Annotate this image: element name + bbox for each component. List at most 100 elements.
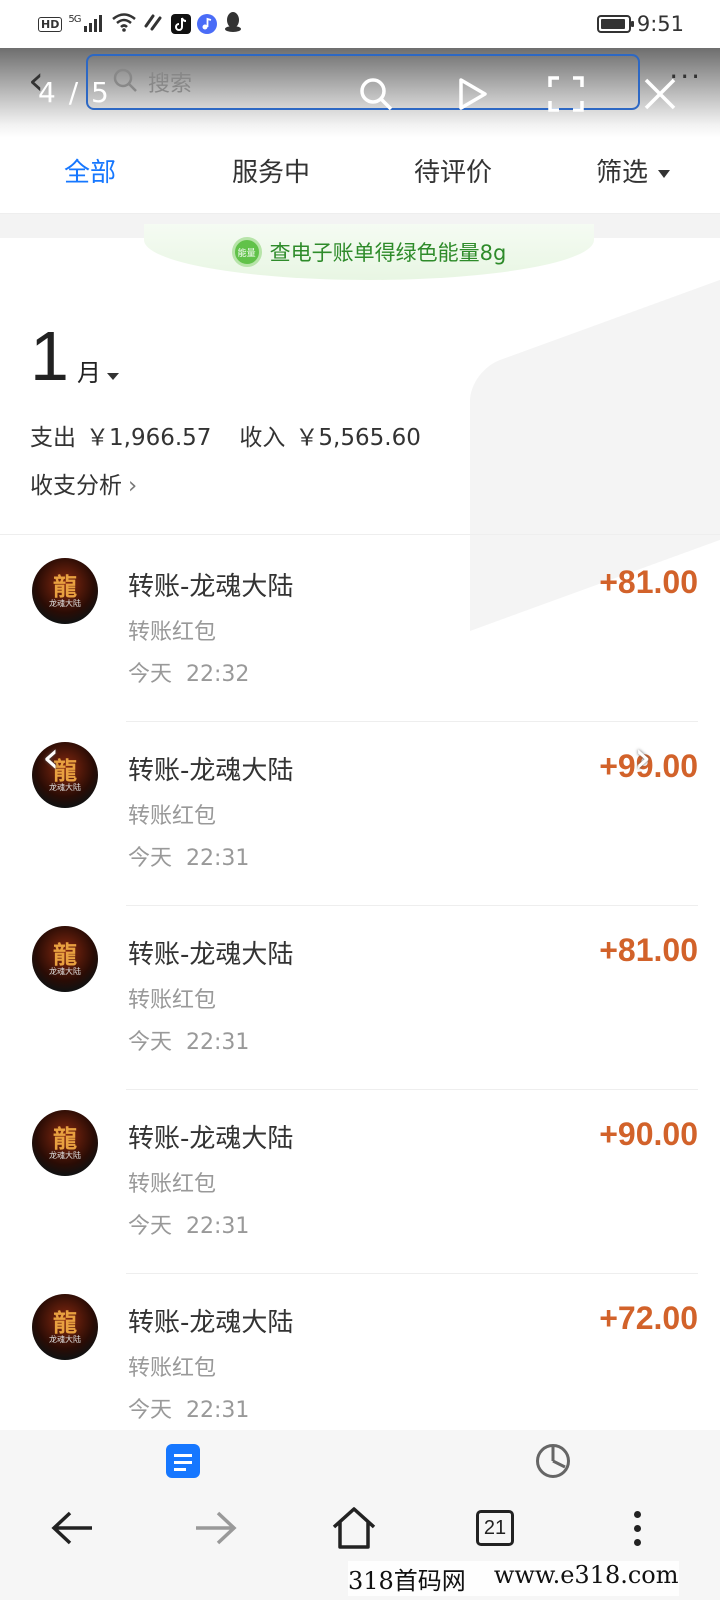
filter-label: 筛选: [596, 158, 649, 188]
month-unit: 月: [76, 359, 101, 387]
merchant-avatar: 龍龙魂大陆: [32, 1110, 98, 1176]
transaction-time: 今天 22:31: [128, 1208, 249, 1240]
tiktok-icon: [171, 14, 192, 34]
avatar-glyph: 龍: [53, 940, 77, 969]
merchant-avatar: 龍龙魂大陆: [32, 558, 98, 624]
avatar-caption: 龙魂大陆: [49, 966, 81, 976]
search-icon[interactable]: [356, 74, 396, 114]
network-type: 5G: [68, 13, 81, 25]
transaction-day: 今天: [128, 662, 173, 687]
income-value: ￥5,565.60: [295, 425, 421, 451]
avatar-caption: 龙魂大陆: [49, 782, 81, 792]
transaction-time: 今天 22:32: [128, 656, 249, 688]
tab-in-service[interactable]: 服务中: [232, 152, 310, 189]
app-tabbar: [0, 1430, 720, 1490]
caret-down-icon: [658, 169, 671, 178]
transaction-day: 今天: [128, 1398, 173, 1423]
transaction-day: 今天: [128, 1214, 173, 1239]
transaction-subtitle: 转账红包: [128, 620, 217, 645]
tab-filter[interactable]: 筛选: [596, 152, 671, 189]
transaction-subtitle: 转账红包: [128, 1172, 217, 1197]
fullscreen-icon[interactable]: [546, 74, 586, 114]
pie-chart-icon[interactable]: [536, 1444, 570, 1478]
home-icon[interactable]: [326, 1498, 382, 1558]
avatar-glyph: 龍: [53, 1124, 77, 1153]
month-number: 1: [30, 317, 69, 395]
transaction-title: 转账-龙魂大陆: [128, 1124, 294, 1154]
analysis-link-label: 收支分析: [30, 473, 122, 499]
transaction-title: 转账-龙魂大陆: [128, 1308, 294, 1338]
transaction-amount: +81.00: [599, 932, 698, 968]
transaction-clock: 22:31: [186, 1398, 250, 1423]
tab-pending-review[interactable]: 待评价: [414, 152, 492, 189]
status-bar: HD 5G 9:51: [0, 0, 720, 48]
site-watermark: 318首码网 www.e318.com: [348, 1561, 679, 1596]
search-placeholder: 搜索: [148, 72, 193, 97]
analysis-link[interactable]: 收支分析 ›: [30, 466, 137, 500]
hd-icon: HD: [38, 16, 63, 32]
transaction-title: 转账-龙魂大陆: [128, 940, 294, 970]
expense-label: 支出: [30, 425, 76, 451]
bill-tab-icon[interactable]: [166, 1444, 200, 1478]
watermark-left: 318首码网: [348, 1567, 466, 1595]
filter-tabs: 全部 服务中 待评价 筛选: [0, 138, 720, 214]
transaction-day: 今天: [128, 846, 173, 871]
transaction-amount: +72.00: [599, 1300, 698, 1336]
merchant-avatar: 龍龙魂大陆: [32, 1294, 98, 1360]
tabs-icon[interactable]: 21: [472, 1498, 518, 1558]
chevron-right-icon: ›: [128, 473, 138, 499]
transaction-title: 转账-龙魂大陆: [128, 756, 294, 786]
transaction-time: 今天 22:31: [128, 840, 249, 872]
search-field-icon: [112, 67, 138, 97]
transaction-subtitle: 转账红包: [128, 804, 217, 829]
energy-banner-text: 查电子账单得绿色能量8g: [269, 241, 507, 265]
transaction-row[interactable]: 龍龙魂大陆 转账-龙魂大陆 转账红包 今天 22:31 +99.00: [0, 720, 720, 906]
menu-dots-icon[interactable]: [622, 1498, 652, 1558]
energy-banner[interactable]: 能量 查电子账单得绿色能量8g: [144, 224, 594, 280]
transaction-row[interactable]: 龍龙魂大陆 转账-龙魂大陆 转账红包 今天 22:31 +81.00: [0, 904, 720, 1090]
transaction-time: 今天 22:31: [128, 1392, 249, 1424]
status-icons: HD 5G: [38, 11, 243, 37]
transaction-clock: 22:32: [186, 662, 250, 687]
qq-icon: [223, 11, 243, 37]
forward-arrow-icon[interactable]: [188, 1498, 244, 1558]
music-icon: [197, 14, 218, 34]
transaction-row[interactable]: 龍龙魂大陆 转账-龙魂大陆 转账红包 今天 22:32 +81.00: [0, 536, 720, 722]
signal-icon: 5G: [68, 14, 105, 35]
more-icon[interactable]: ···: [669, 60, 702, 93]
month-selector[interactable]: 1 月: [30, 320, 119, 392]
month-summary: 支出 ￥1,966.57 收入 ￥5,565.60: [30, 418, 421, 452]
transaction-subtitle: 转账红包: [128, 988, 217, 1013]
transaction-day: 今天: [128, 1030, 173, 1055]
tab-count: 21: [476, 1510, 514, 1546]
avatar-caption: 龙魂大陆: [49, 598, 81, 608]
transaction-row[interactable]: 龍龙魂大陆 转账-龙魂大陆 转账红包 今天 22:31 +90.00: [0, 1088, 720, 1274]
nfc-icon: [143, 12, 165, 36]
income-label: 收入: [239, 425, 286, 451]
image-viewer-header: 搜索 ‹ 4 / 5 ···: [0, 48, 720, 138]
avatar-glyph: 龍: [53, 1308, 77, 1337]
next-image-icon[interactable]: ›: [634, 732, 652, 783]
energy-icon: 能量: [231, 237, 262, 267]
transaction-clock: 22:31: [186, 846, 250, 871]
avatar-glyph: 龍: [53, 572, 77, 601]
avatar-caption: 龙魂大陆: [49, 1150, 81, 1160]
clock: 9:51: [636, 12, 684, 36]
transaction-subtitle: 转账红包: [128, 1356, 217, 1381]
wifi-icon: [111, 12, 137, 36]
transaction-clock: 22:31: [186, 1030, 250, 1055]
avatar-caption: 龙魂大陆: [49, 1334, 81, 1344]
tab-all[interactable]: 全部: [64, 152, 116, 189]
merchant-avatar: 龍龙魂大陆: [32, 926, 98, 992]
transaction-clock: 22:31: [186, 1214, 250, 1239]
play-icon[interactable]: [452, 74, 492, 114]
watermark-right: www.e318.com: [493, 1561, 679, 1589]
page-counter: 4 / 5: [38, 76, 111, 109]
caret-down-icon: [106, 373, 119, 380]
divider: [0, 534, 720, 535]
battery-icon: [596, 15, 634, 33]
transaction-amount: +81.00: [599, 564, 698, 600]
previous-image-icon[interactable]: ‹: [42, 732, 60, 783]
expense-value: ￥1,966.57: [86, 425, 212, 451]
back-arrow-icon[interactable]: [44, 1498, 100, 1558]
